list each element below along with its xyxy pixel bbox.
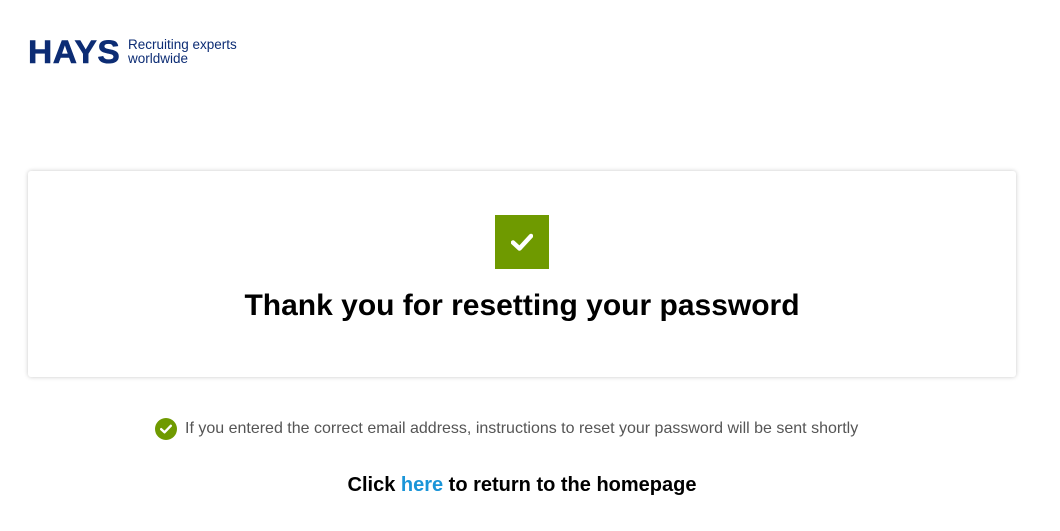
confirmation-title: Thank you for resetting your password — [244, 289, 800, 322]
logo-wordmark: HAYS — [28, 34, 121, 70]
info-message: If you entered the correct email address… — [155, 418, 858, 440]
return-homepage-line: Click here to return to the homepage — [0, 474, 1044, 497]
check-circle-icon — [155, 418, 177, 440]
checkmark-icon — [495, 215, 549, 269]
info-text: If you entered the correct email address… — [185, 420, 859, 437]
homepage-link[interactable]: here — [401, 474, 443, 496]
return-prefix: Click — [347, 474, 401, 496]
confirmation-card: Thank you for resetting your password — [28, 171, 1016, 377]
tagline-line-1: Recruiting experts — [127, 37, 237, 52]
page: HAYS Recruiting experts worldwide Thank … — [0, 0, 1060, 531]
hays-logo[interactable]: HAYS Recruiting experts worldwide — [28, 34, 237, 70]
return-suffix: to return to the homepage — [443, 474, 697, 496]
logo-tagline: Recruiting experts worldwide — [128, 38, 237, 66]
tagline-line-2: worldwide — [127, 51, 188, 66]
